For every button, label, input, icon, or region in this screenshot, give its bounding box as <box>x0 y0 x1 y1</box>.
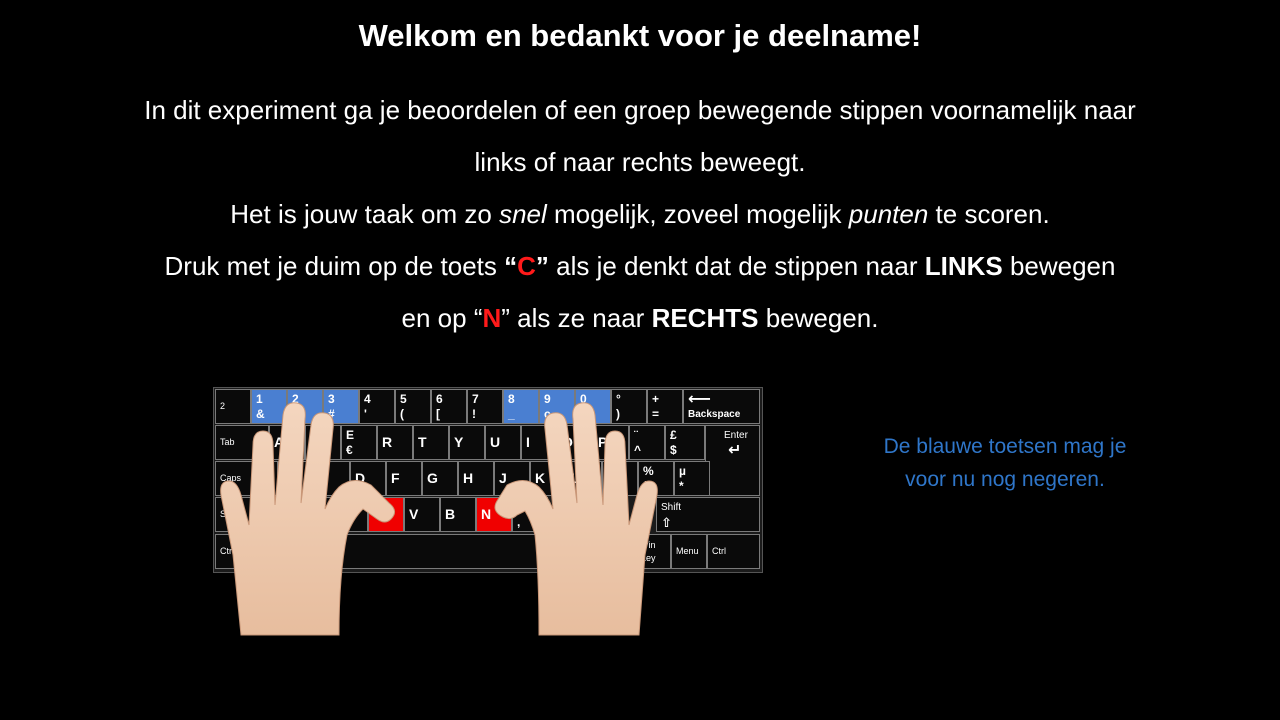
text-fragment: ” als ze naar <box>501 303 652 333</box>
note-line-2: voor nu nog negeren. <box>905 468 1105 491</box>
text-fragment: als je denkt dat de stippen naar <box>548 251 925 281</box>
note-line-1: De blauwe toetsen mag je <box>883 435 1127 458</box>
key-n-highlight: N <box>482 303 502 333</box>
blue-keys-note: De blauwe toetsen mag je voor nu nog neg… <box>840 430 1170 496</box>
text-fragment: bewegen. <box>758 303 879 333</box>
text-fragment: Druk met je duim op de toets <box>164 251 505 281</box>
left-hand <box>220 402 395 636</box>
key-c-highlight: C <box>517 251 536 281</box>
instruction-line-4: Druk met je duim op de toets “C” als je … <box>20 240 1260 292</box>
instruction-line-3: Het is jouw taak om zo snel mogelijk, zo… <box>20 188 1260 240</box>
instructions: In dit experiment ga je beoordelen of ee… <box>20 84 1260 344</box>
direction-rechts: RECHTS <box>651 303 759 333</box>
right-hand <box>494 402 658 636</box>
emphasis-punten: punten <box>848 199 929 229</box>
instruction-line-2: links of naar rechts beweegt. <box>474 147 806 177</box>
text-fragment: Het is jouw taak om zo <box>230 199 500 229</box>
emphasis-snel: snel <box>499 199 547 229</box>
text-fragment: te scoren. <box>928 199 1050 229</box>
hands-illustration <box>220 402 658 636</box>
page-title: Welkom en bedankt voor je deelname! <box>358 18 922 53</box>
direction-links: LINKS <box>924 251 1003 281</box>
quote-open: “ <box>504 251 518 281</box>
text-fragment: en op “ <box>401 303 483 333</box>
instruction-line-5: en op “N” als ze naar RECHTS bewegen. <box>20 292 1260 344</box>
quote-close: ” <box>535 251 549 281</box>
text-fragment: bewegen <box>1002 251 1116 281</box>
text-fragment: mogelijk, zoveel mogelijk <box>546 199 849 229</box>
instruction-line-1: In dit experiment ga je beoordelen of ee… <box>144 95 1136 125</box>
